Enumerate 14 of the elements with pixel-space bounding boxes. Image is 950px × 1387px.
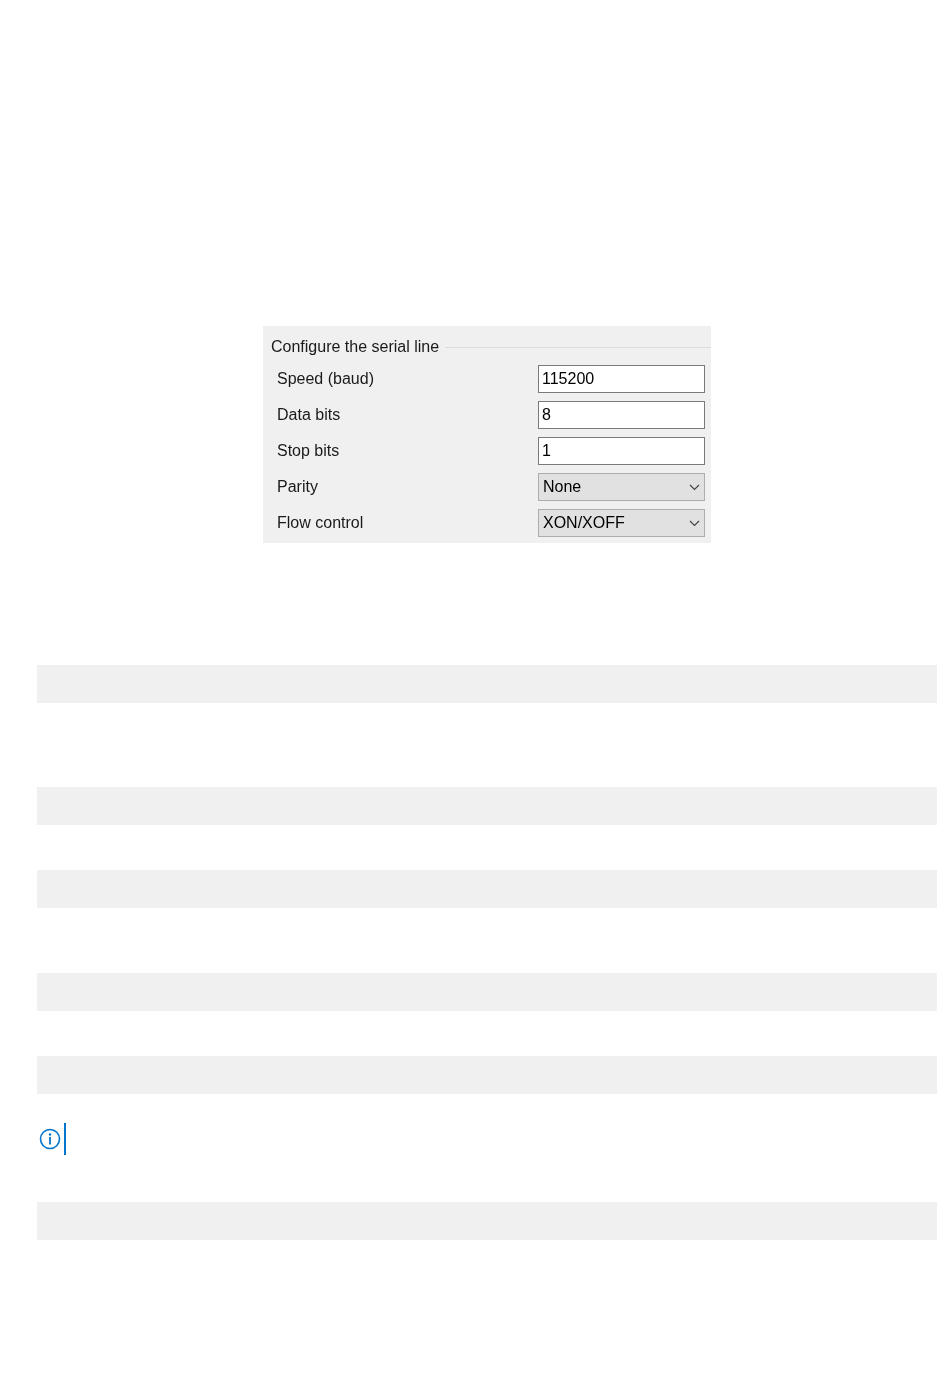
field-label: Data bits — [277, 405, 341, 425]
dropdown[interactable]: XON/XOFF — [538, 509, 705, 537]
field-label: Speed (baud) — [277, 369, 374, 389]
input-field[interactable]: 8 — [538, 401, 705, 429]
field-label: Parity — [277, 477, 318, 497]
info-icon — [39, 1128, 61, 1150]
chevron-down-icon — [689, 519, 700, 527]
field-label: Flow control — [277, 513, 364, 533]
dropdown[interactable]: None — [538, 473, 705, 501]
input-field[interactable]: 115200 — [538, 365, 705, 393]
chevron-down-icon — [689, 483, 700, 491]
field-label: Stop bits — [277, 441, 340, 461]
group-title: Configure the serial line — [271, 337, 441, 357]
input-field[interactable]: 1 — [538, 437, 705, 465]
